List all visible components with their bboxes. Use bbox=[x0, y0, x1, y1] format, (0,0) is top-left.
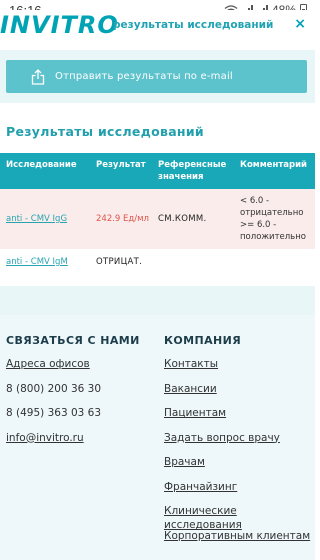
footer-link-clinical-research[interactable]: Клинические исследования bbox=[164, 504, 315, 531]
table-header: Исследование Результат Референсные значе… bbox=[0, 153, 315, 189]
table-row: anti - CMV IgM ОТРИЦАТ. bbox=[0, 249, 315, 275]
footer-phone-2[interactable]: 8 (495) 363 03 63 bbox=[6, 406, 140, 431]
company-heading: КОМПАНИЯ bbox=[164, 334, 242, 347]
table-row: anti - CMV IgG 242.9 Ед/мл СМ.КОММ. < 6.… bbox=[0, 189, 315, 249]
share-icon bbox=[31, 68, 45, 85]
footer-phone-1[interactable]: 8 (800) 200 36 30 bbox=[6, 382, 140, 407]
footer-link-doctors[interactable]: Врачам bbox=[164, 455, 315, 480]
results-title: Результаты исследований bbox=[6, 124, 204, 139]
invitro-logo[interactable]: INVITRO bbox=[0, 14, 119, 38]
test-link-cmv-igm[interactable]: anti - CMV IgM bbox=[6, 257, 68, 267]
column-header-test: Исследование bbox=[6, 160, 77, 170]
close-icon[interactable]: × bbox=[294, 16, 306, 32]
reference-value: СМ.КОММ. bbox=[158, 214, 207, 224]
result-value: 242.9 Ед/мл bbox=[96, 214, 149, 224]
footer-link-offices[interactable]: Адреса офисов bbox=[6, 357, 140, 382]
result-value: ОТРИЦАТ. bbox=[96, 257, 143, 267]
section-divider bbox=[0, 286, 315, 315]
test-link-cmv-igg[interactable]: anti - CMV IgG bbox=[6, 214, 67, 224]
contact-heading: СВЯЗАТЬСЯ С НАМИ bbox=[6, 334, 140, 347]
footer: СВЯЗАТЬСЯ С НАМИ Адреса офисов 8 (800) 2… bbox=[0, 315, 315, 560]
column-header-reference: Референсные значения bbox=[158, 160, 227, 182]
footer-link-patients[interactable]: Пациентам bbox=[164, 406, 315, 431]
company-column: КОМПАНИЯ Контакты Вакансии Пациентам Зад… bbox=[164, 334, 315, 553]
send-results-email-button[interactable]: Отправить результаты по e-mail bbox=[6, 60, 307, 93]
column-header-comment: Комментарий bbox=[240, 160, 307, 170]
comment-value: < 6.0 - отрицательно >= 6.0 - положитель… bbox=[240, 196, 306, 242]
page-title: результаты исследований bbox=[113, 19, 274, 31]
app-header: INVITRO результаты исследований × bbox=[0, 10, 315, 50]
column-header-result: Результат bbox=[96, 160, 146, 170]
footer-link-franchising[interactable]: Франчайзинг bbox=[164, 480, 315, 505]
footer-link-corporate[interactable]: Корпоративным клиентам bbox=[164, 529, 315, 554]
footer-link-vacancies[interactable]: Вакансии bbox=[164, 382, 315, 407]
footer-link-ask-doctor[interactable]: Задать вопрос врачу bbox=[164, 431, 315, 456]
results-table: Исследование Результат Референсные значе… bbox=[0, 153, 315, 275]
footer-email-link[interactable]: info@invitro.ru bbox=[6, 431, 140, 456]
contact-column: СВЯЗАТЬСЯ С НАМИ Адреса офисов 8 (800) 2… bbox=[6, 334, 140, 455]
footer-link-contacts[interactable]: Контакты bbox=[164, 357, 315, 382]
send-results-label: Отправить результаты по e-mail bbox=[55, 71, 233, 82]
